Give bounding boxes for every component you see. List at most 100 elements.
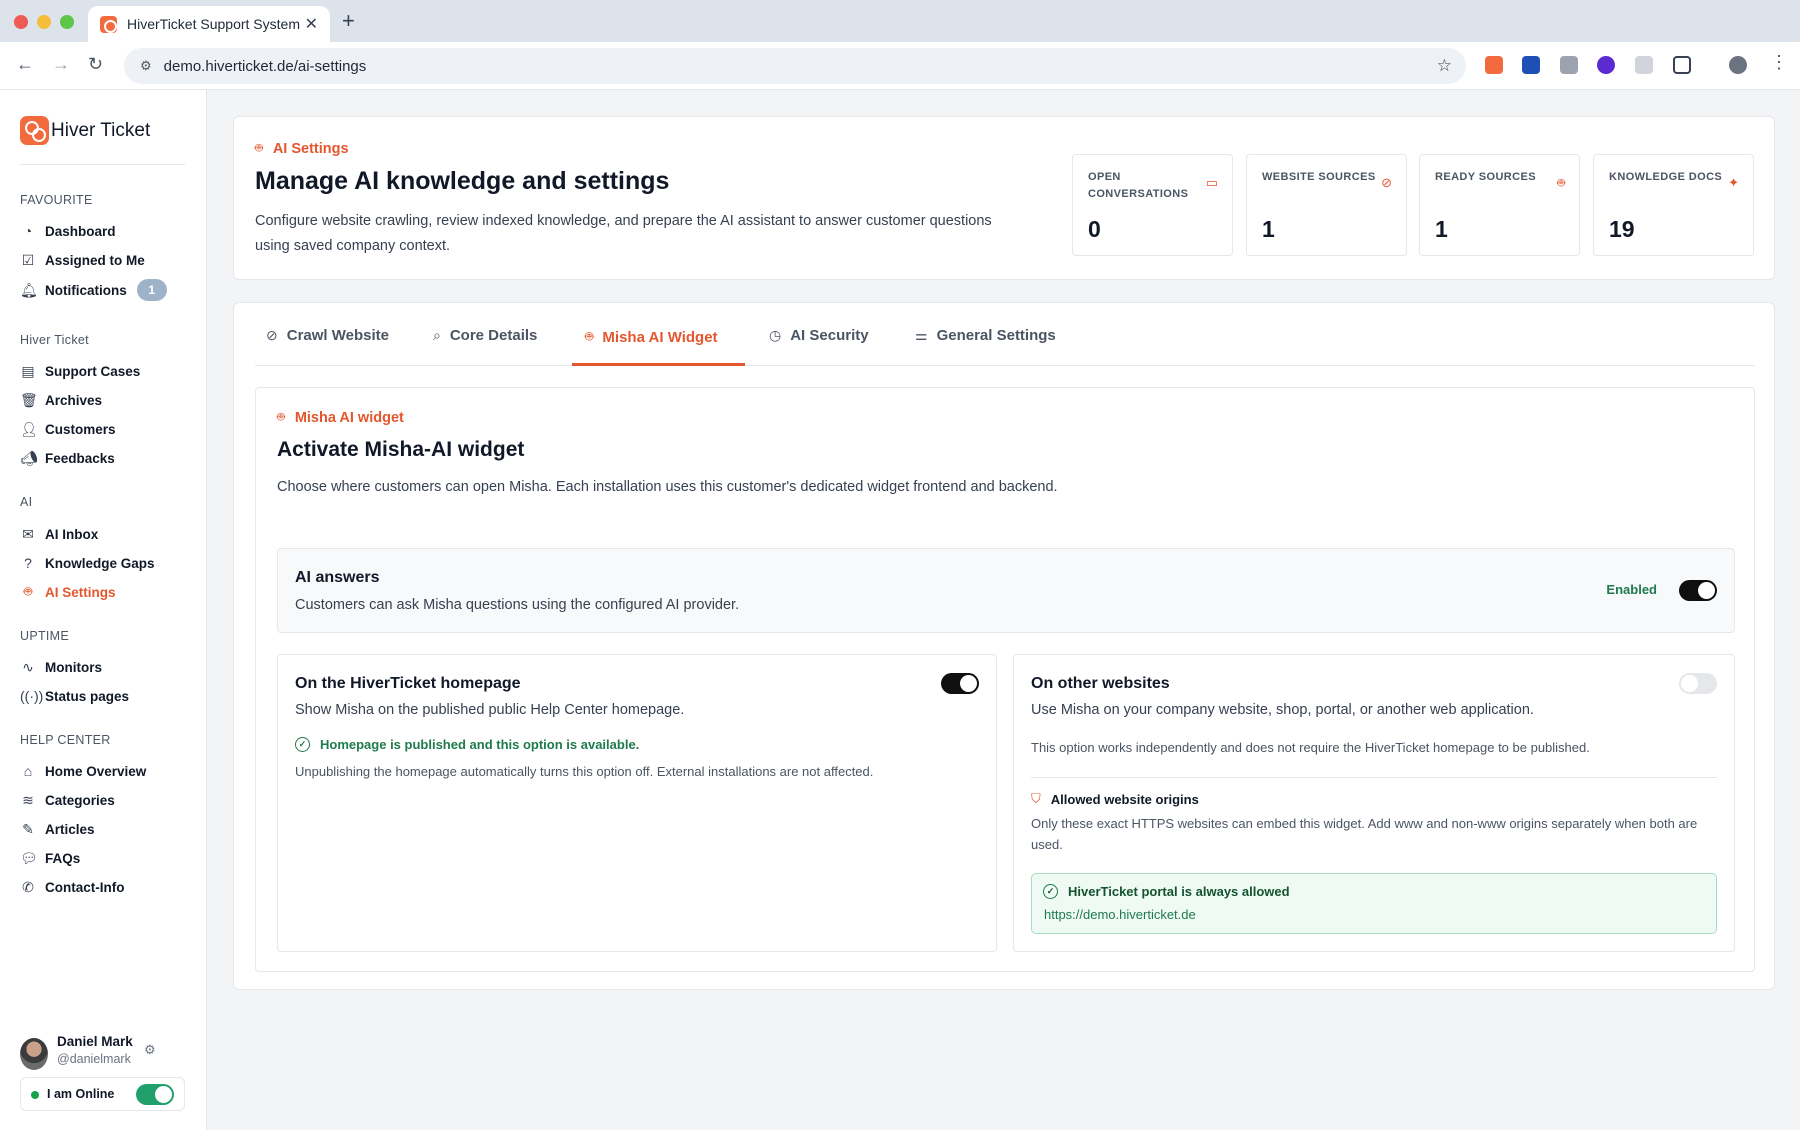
stat-label: WEBSITE SOURCES xyxy=(1262,171,1376,183)
online-toggle[interactable] xyxy=(136,1084,174,1105)
address-bar[interactable]: ⚙ demo.hiverticket.de/ai-settings ☆ xyxy=(124,48,1466,84)
allowed-origin-url: https://demo.hiverticket.de xyxy=(1044,907,1196,922)
stat-ready-sources: READY SOURCES 🤖︎ 1 xyxy=(1419,154,1580,256)
sidebar-item-support-cases[interactable]: ▤ Support Cases xyxy=(20,360,140,382)
homepage-toggle[interactable] xyxy=(941,673,979,694)
sidebar-item-dashboard[interactable]: ◔ Dashboard xyxy=(20,220,116,242)
other-websites-toggle[interactable] xyxy=(1679,673,1717,694)
tab-crawl-website[interactable]: ⊘ Crawl Website xyxy=(266,327,389,344)
sidebar-item-ai-inbox[interactable]: ✉ AI Inbox xyxy=(20,523,98,545)
tab-ai-security[interactable]: ◷ AI Security xyxy=(769,327,869,344)
clipboard-icon: ▤ xyxy=(21,362,35,379)
homepage-title: On the HiverTicket homepage xyxy=(295,675,521,692)
stat-value: 1 xyxy=(1262,216,1275,242)
sidebar-item-faqs[interactable]: 💬︎ FAQs xyxy=(20,847,80,869)
minimize-window-button[interactable] xyxy=(37,15,51,29)
checkbox-icon: ☑ xyxy=(21,251,35,268)
dashboard-icon: ◔ xyxy=(23,223,33,239)
forward-icon[interactable]: → xyxy=(52,54,70,75)
allowed-origins-description: Only these exact HTTPS websites can embe… xyxy=(1031,816,1698,852)
bot-icon: 🤖︎ xyxy=(23,583,33,599)
sidebar-item-monitors[interactable]: ∿ Monitors xyxy=(20,656,102,678)
browser-toolbar: ← → ↻ ⚙ demo.hiverticket.de/ai-settings … xyxy=(0,42,1800,90)
sidebar-item-ai-settings[interactable]: 🤖︎ AI Settings xyxy=(20,581,116,603)
sidebar-item-status-pages[interactable]: ((·)) Status pages xyxy=(20,685,129,707)
bot-icon: 🤖︎ xyxy=(255,140,263,155)
ai-answers-description: Customers can ask Misha questions using … xyxy=(295,597,740,613)
sidebar-item-articles[interactable]: ✎ Articles xyxy=(20,818,94,840)
extension-icon[interactable] xyxy=(1522,56,1540,74)
section-kicker: 🤖︎ Misha AI widget xyxy=(277,409,404,427)
globe-icon: ⊘ xyxy=(266,327,278,343)
home-icon: ⌂ xyxy=(23,763,33,779)
section-title-favourite: FAVOURITE xyxy=(20,193,93,207)
sidebar-item-notifications[interactable]: 🔔︎ Notifications 1 xyxy=(20,279,167,301)
browser-tab-strip: HiverTicket Support System ✕ + xyxy=(0,0,1800,42)
widget-settings-card: 🤖︎ Misha AI widget Activate Misha-AI wid… xyxy=(255,387,1755,972)
browser-tab-title: HiverTicket Support System xyxy=(127,16,300,32)
page-title: Manage AI knowledge and settings xyxy=(255,167,670,195)
bookmark-star-icon[interactable]: ☆ xyxy=(1437,56,1452,76)
bot-icon: 🤖︎ xyxy=(585,328,594,344)
extensions-puzzle-icon[interactable] xyxy=(1673,56,1691,74)
sidebar-item-categories[interactable]: ≋ Categories xyxy=(20,789,115,811)
layers-icon: ≋ xyxy=(22,791,34,808)
online-status-label: I am Online xyxy=(47,1087,115,1101)
allowed-origin-item: ✓ HiverTicket portal is always allowed h… xyxy=(1031,873,1717,934)
url-text[interactable]: demo.hiverticket.de/ai-settings xyxy=(164,58,367,75)
browser-tab[interactable]: HiverTicket Support System ✕ xyxy=(88,6,330,42)
menu-kebab-icon[interactable]: ⋮ xyxy=(1770,52,1788,73)
tab-label: General Settings xyxy=(936,327,1056,344)
bell-icon: 🔔︎ xyxy=(20,281,38,298)
extension-icon[interactable] xyxy=(1597,56,1615,74)
tab-general-settings[interactable]: ⚌ General Settings xyxy=(915,327,1056,344)
sidebar-item-knowledge-gaps[interactable]: ? Knowledge Gaps xyxy=(20,552,154,574)
back-icon[interactable]: ← xyxy=(16,54,34,75)
maximize-window-button[interactable] xyxy=(60,15,74,29)
tab-label: Crawl Website xyxy=(286,327,389,344)
profile-avatar[interactable] xyxy=(1729,56,1747,74)
sidebar-item-home-overview[interactable]: ⌂ Home Overview xyxy=(20,760,147,782)
camera-icon[interactable] xyxy=(1560,56,1578,74)
extension-icon[interactable] xyxy=(1635,56,1653,74)
close-window-button[interactable] xyxy=(14,15,28,29)
ai-answers-toggle[interactable] xyxy=(1679,580,1717,601)
chat-icon: ▭ xyxy=(1205,175,1218,190)
check-circle-icon: ✓ xyxy=(1043,884,1058,899)
homepage-available-text: Homepage is published and this option is… xyxy=(320,737,640,752)
extension-icon[interactable] xyxy=(1485,56,1503,74)
notification-count-badge: 1 xyxy=(136,279,167,301)
close-tab-icon[interactable]: ✕ xyxy=(305,14,318,34)
online-status: I am Online xyxy=(20,1077,185,1111)
sidebar-item-contact-info[interactable]: ✆ Contact-Info xyxy=(20,876,124,898)
allowed-origins-heading: ⛉ Allowed website origins xyxy=(1031,791,1199,807)
status-dot xyxy=(31,1091,39,1099)
page-kicker: 🤖︎ AI Settings xyxy=(255,140,349,158)
tab-misha-ai-widget[interactable]: 🤖︎ Misha AI Widget xyxy=(585,327,718,347)
user-profile[interactable]: Daniel Mark @danielmark ⚙ xyxy=(20,1034,190,1074)
brand-name: Hiver Ticket xyxy=(51,119,151,141)
user-handle: @danielmark xyxy=(57,1052,131,1066)
sidebar-item-feedbacks[interactable]: 📣︎ Feedbacks xyxy=(20,447,115,469)
section-title-ai: AI xyxy=(20,495,33,509)
new-tab-button[interactable]: + xyxy=(342,8,355,34)
question-icon: ? xyxy=(24,555,32,571)
section-title-hiver: Hiver Ticket xyxy=(20,333,89,347)
favicon-icon xyxy=(100,15,117,33)
sidebar-item-customers[interactable]: 👤︎ Customers xyxy=(20,418,116,440)
brand-logo[interactable]: Hiver Ticket xyxy=(20,116,150,145)
gear-icon[interactable]: ⚙ xyxy=(144,1042,156,1058)
section-title: Activate Misha-AI widget xyxy=(277,438,525,461)
sidebar-item-archives[interactable]: 🗑︎ Archives xyxy=(20,389,102,411)
page-header: 🤖︎ AI Settings Manage AI knowledge and s… xyxy=(233,116,1775,280)
other-websites-description: Use Misha on your company website, shop,… xyxy=(1031,702,1534,718)
divider xyxy=(1031,777,1717,778)
settings-panel: ⊘ Crawl Website ⌕ Core Details 🤖︎ Misha AI … xyxy=(233,302,1775,990)
tabs-divider xyxy=(255,365,1755,366)
reload-icon[interactable]: ↻ xyxy=(88,54,103,75)
site-settings-icon[interactable]: ⚙ xyxy=(140,58,152,74)
tab-core-details[interactable]: ⌕ Core Details xyxy=(433,327,537,344)
homepage-widget-setting: On the HiverTicket homepage Show Misha o… xyxy=(277,654,997,952)
sidebar-item-assigned[interactable]: ☑ Assigned to Me xyxy=(20,249,145,271)
check-circle-icon: ✓ xyxy=(295,737,310,752)
